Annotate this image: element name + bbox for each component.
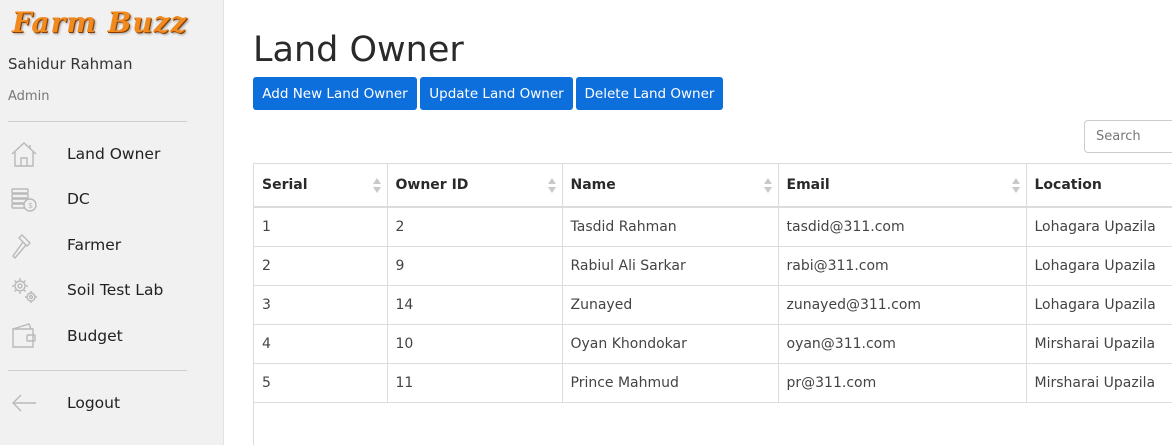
column-header-name[interactable]: Name bbox=[562, 164, 779, 208]
page-title: Land Owner bbox=[253, 30, 464, 70]
update-land-owner-button[interactable]: Update Land Owner bbox=[420, 77, 573, 110]
cell-name: Oyan Khondokar bbox=[562, 324, 779, 364]
cell-name: Prince Mahmud bbox=[562, 363, 779, 403]
cell-owner-id: 9 bbox=[387, 246, 563, 286]
cell-email: pr@311.com bbox=[778, 363, 1027, 403]
cell-serial: 5 bbox=[254, 363, 388, 403]
cell-location: Lohagara Upazila bbox=[1026, 207, 1172, 247]
land-owner-table: Serial Owner ID Name Email Location 1 2 … bbox=[253, 163, 1172, 445]
cell-location: Mirsharai Upazila bbox=[1026, 324, 1172, 364]
table-row[interactable]: 1 2 Tasdid Rahman tasdid@311.com Lohagar… bbox=[254, 207, 1172, 247]
table-row[interactable]: 2 9 Rabiul Ali Sarkar rabi@311.com Lohag… bbox=[254, 246, 1172, 286]
sidebar-item-farmer[interactable]: Farmer bbox=[0, 223, 223, 267]
wallet-icon bbox=[8, 320, 40, 352]
cell-name: Rabiul Ali Sarkar bbox=[562, 246, 779, 286]
sidebar-item-soil-test-lab[interactable]: Soil Test Lab bbox=[0, 268, 223, 312]
column-header-owner-id[interactable]: Owner ID bbox=[387, 164, 563, 208]
sidebar-item-budget[interactable]: Budget bbox=[0, 314, 223, 358]
cell-location: Mirsharai Upazila bbox=[1026, 363, 1172, 403]
house-icon bbox=[8, 138, 40, 170]
svg-text:$: $ bbox=[28, 201, 33, 210]
table-row[interactable]: 3 14 Zunayed zunayed@311.com Lohagara Up… bbox=[254, 285, 1172, 325]
cell-serial: 1 bbox=[254, 207, 388, 247]
cell-email: oyan@311.com bbox=[778, 324, 1027, 364]
delete-land-owner-button[interactable]: Delete Land Owner bbox=[576, 77, 723, 110]
table-row[interactable]: 5 11 Prince Mahmud pr@311.com Mirsharai … bbox=[254, 363, 1172, 403]
app-logo[interactable]: Farm Buzz bbox=[12, 6, 187, 39]
cell-serial: 4 bbox=[254, 324, 388, 364]
table-header-row: Serial Owner ID Name Email Location bbox=[254, 164, 1172, 208]
user-role: Admin bbox=[8, 89, 50, 104]
logout-button[interactable]: Logout bbox=[0, 381, 223, 425]
cell-owner-id: 14 bbox=[387, 285, 563, 325]
cell-location: Lohagara Upazila bbox=[1026, 246, 1172, 286]
sort-icon[interactable] bbox=[1011, 178, 1020, 194]
sidebar-item-label: Land Owner bbox=[67, 145, 161, 163]
sidebar-item-label: Budget bbox=[67, 327, 123, 345]
cell-name: Tasdid Rahman bbox=[562, 207, 779, 247]
cell-name: Zunayed bbox=[562, 285, 779, 325]
cell-email: zunayed@311.com bbox=[778, 285, 1027, 325]
sort-icon[interactable] bbox=[763, 178, 772, 194]
sidebar: Farm Buzz Sahidur Rahman Admin Land Owne… bbox=[0, 0, 224, 445]
coins-icon: $ bbox=[8, 183, 40, 215]
sidebar-item-dc[interactable]: $ DC bbox=[0, 177, 223, 221]
cell-email: rabi@311.com bbox=[778, 246, 1027, 286]
arrow-left-icon bbox=[8, 387, 40, 419]
sidebar-item-label: DC bbox=[67, 190, 90, 208]
cell-owner-id: 10 bbox=[387, 324, 563, 364]
cell-email: tasdid@311.com bbox=[778, 207, 1027, 247]
sort-icon[interactable] bbox=[372, 178, 381, 194]
sidebar-divider bbox=[8, 121, 187, 122]
add-land-owner-button[interactable]: Add New Land Owner bbox=[253, 77, 417, 110]
logout-label: Logout bbox=[67, 394, 121, 412]
sidebar-divider bbox=[8, 370, 187, 371]
sort-icon[interactable] bbox=[547, 178, 556, 194]
column-header-serial[interactable]: Serial bbox=[254, 164, 388, 208]
sidebar-item-label: Farmer bbox=[67, 236, 122, 254]
hammer-icon bbox=[8, 229, 40, 261]
table-row[interactable]: 4 10 Oyan Khondokar oyan@311.com Mirshar… bbox=[254, 324, 1172, 364]
cell-serial: 2 bbox=[254, 246, 388, 286]
gears-icon bbox=[8, 274, 40, 306]
cell-serial: 3 bbox=[254, 285, 388, 325]
cell-owner-id: 2 bbox=[387, 207, 563, 247]
user-name: Sahidur Rahman bbox=[8, 55, 133, 73]
sidebar-item-label: Soil Test Lab bbox=[67, 281, 164, 299]
cell-owner-id: 11 bbox=[387, 363, 563, 403]
search-input[interactable] bbox=[1084, 120, 1172, 153]
cell-location: Lohagara Upazila bbox=[1026, 285, 1172, 325]
sidebar-item-land-owner[interactable]: Land Owner bbox=[0, 132, 223, 176]
column-header-location[interactable]: Location bbox=[1026, 164, 1172, 208]
column-header-email[interactable]: Email bbox=[778, 164, 1027, 208]
